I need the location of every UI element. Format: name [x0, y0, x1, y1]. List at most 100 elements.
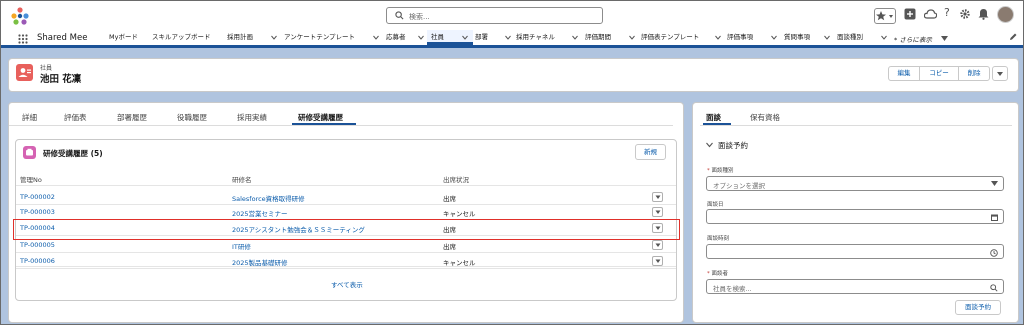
help-icon[interactable]: ? [944, 6, 950, 22]
new-button[interactable]: 新規 [635, 144, 666, 160]
record-no-link[interactable]: TP-000003 [20, 208, 55, 216]
record-name: 池田 花凜 [40, 74, 82, 85]
nav-tab-0[interactable]: Myボード [109, 30, 145, 45]
global-search-input[interactable]: 検索... [386, 7, 603, 24]
app-logo-icon [10, 6, 30, 26]
chevron-down-icon [505, 35, 511, 40]
chevron-down-icon [881, 35, 887, 40]
section-chevron-icon[interactable] [706, 142, 713, 148]
nav-more-chevron-icon[interactable] [941, 36, 948, 41]
nav-tab-4[interactable]: 応募者 [386, 30, 424, 45]
nav-tab-label: スキルアップボード [152, 33, 211, 41]
clock-icon [990, 249, 998, 257]
interviewer-lookup[interactable]: 社員を検索... [706, 279, 1004, 294]
meeting-date-label: 面談日 [707, 202, 724, 208]
highlight-box [13, 219, 680, 240]
nav-tab-8[interactable]: 評価期間 [585, 30, 635, 45]
cloud-icon [924, 9, 937, 19]
chevron-down-icon [572, 35, 578, 40]
training-name-link[interactable]: IT研修 [232, 241, 251, 251]
bell-icon [978, 9, 989, 20]
nav-tab-label: 評価表テンプレート [641, 33, 700, 41]
record-no-link[interactable]: TP-000006 [20, 257, 55, 265]
nav-tab-3[interactable]: アンケートテンプレート [284, 30, 379, 45]
tab-details[interactable]: 詳細 [22, 112, 37, 123]
column-header-status[interactable]: 出席状況 [443, 174, 469, 184]
attendance-status: 出席 [443, 243, 456, 251]
row-divider [16, 204, 676, 205]
training-list-icon [23, 146, 36, 159]
nav-tab-11[interactable]: 質問事項 [784, 30, 830, 45]
row-actions-button[interactable] [652, 192, 663, 202]
chevron-down-icon [271, 35, 277, 40]
search-icon [990, 284, 998, 292]
tab-evaluation[interactable]: 評価表 [64, 112, 87, 123]
chevron-down-icon [715, 35, 721, 40]
tab-department-history[interactable]: 部署履歴 [117, 112, 147, 123]
edit-nav-icon[interactable] [1009, 33, 1017, 41]
tab-hiring-results[interactable]: 採用実績 [237, 112, 267, 123]
settings-button[interactable] [959, 8, 971, 24]
nav-tab-6[interactable]: 部署 [475, 30, 511, 45]
chevron-down-icon [629, 35, 635, 40]
chevron-down-icon [373, 35, 379, 40]
meeting-type-select[interactable]: オプションを選択 [706, 176, 1004, 191]
column-header-no[interactable]: 管理No [20, 174, 42, 184]
meeting-type-label: * 面談種別 [707, 168, 734, 174]
related-list-title: 研修受講履歴 (5) [43, 149, 103, 158]
row-divider [16, 266, 676, 267]
edit-button[interactable]: 編集 [888, 66, 920, 81]
chevron-down-icon [991, 181, 998, 186]
nav-tab-7[interactable]: 採用チャネル [516, 30, 578, 45]
chevron-down-icon [655, 195, 661, 199]
tab-qualifications[interactable]: 保有資格 [750, 112, 780, 123]
nav-tab-12[interactable]: 面談種別 [837, 30, 887, 45]
chevron-down-icon [771, 35, 777, 40]
user-avatar[interactable] [997, 6, 1014, 23]
nav-tab-9[interactable]: 評価表テンプレート [641, 30, 721, 45]
right-active-tab-indicator [703, 123, 731, 125]
book-meeting-button[interactable]: 面談予約 [955, 300, 1001, 315]
copy-button[interactable]: コピー [919, 66, 959, 81]
chevron-down-icon [655, 259, 661, 263]
favorites-button[interactable] [874, 8, 896, 24]
header-divider [16, 185, 676, 186]
active-tab-indicator [292, 123, 356, 125]
view-all-link[interactable]: すべて表示 [331, 279, 363, 289]
nav-tab-1[interactable]: スキルアップボード [152, 30, 222, 45]
row-actions-button[interactable] [652, 256, 663, 266]
notifications-button[interactable] [978, 8, 989, 24]
chevron-down-icon [418, 35, 424, 40]
nav-tab-10[interactable]: 評価事項 [727, 30, 777, 45]
chevron-down-icon [655, 210, 661, 214]
nav-more-button[interactable]: * さらに表示 [894, 34, 932, 44]
nav-tabs: Myボード スキルアップボード 採用計画 アンケートテンプレート 応募者 社員 部署 採用チャ… [1, 30, 1023, 48]
record-no-link[interactable]: TP-000002 [20, 193, 55, 201]
chevron-down-icon [655, 243, 661, 247]
delete-button[interactable]: 削除 [958, 66, 990, 81]
row-actions-button[interactable] [652, 207, 663, 217]
record-no-link[interactable]: TP-000005 [20, 241, 55, 249]
nav-tab-label: 社員 [431, 33, 444, 41]
meeting-time-input[interactable] [706, 244, 1004, 259]
training-name-link[interactable]: 2025営業セミナー [232, 208, 288, 218]
trailhead-button[interactable] [924, 8, 937, 24]
nav-tab-label: アンケートテンプレート [284, 33, 356, 41]
nav-tab-label: Myボード [109, 33, 138, 41]
column-header-name[interactable]: 研修名 [232, 174, 252, 184]
tab-position-history[interactable]: 役職履歴 [177, 112, 207, 123]
training-name-link[interactable]: Salesforce資格取得研修 [232, 193, 305, 203]
interviewer-label: * 面談者 [707, 271, 729, 277]
row-divider [16, 252, 676, 253]
nav-tab-5[interactable]: 社員 [427, 30, 473, 45]
tab-training-history[interactable]: 研修受講履歴 [298, 112, 343, 123]
global-actions-button[interactable] [904, 8, 916, 24]
nav-tab-2[interactable]: 採用計画 [227, 30, 277, 45]
chevron-down-icon [889, 15, 893, 18]
meeting-date-input[interactable] [706, 209, 1004, 224]
section-title[interactable]: 面談予約 [718, 140, 748, 151]
tab-meeting[interactable]: 面談 [706, 112, 721, 123]
row-divider [16, 268, 676, 269]
row-actions-button[interactable] [652, 240, 663, 250]
more-actions-button[interactable] [992, 66, 1008, 81]
